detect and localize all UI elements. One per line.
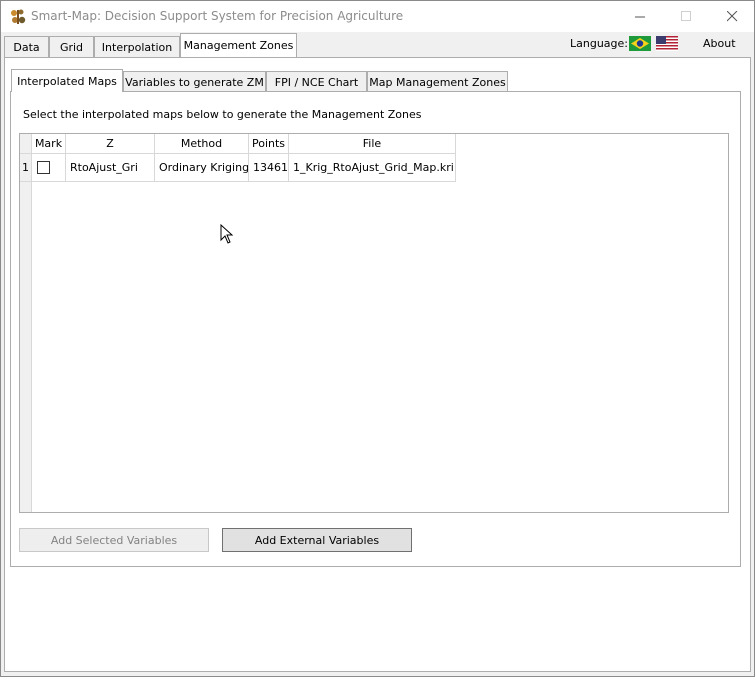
add-external-variables-button[interactable]: Add External Variables bbox=[222, 528, 412, 552]
table-cell-mark[interactable] bbox=[32, 154, 66, 182]
row-header-column bbox=[20, 154, 32, 512]
add-external-variables-label: Add External Variables bbox=[254, 533, 380, 547]
tab-interpolation[interactable]: Interpolation bbox=[94, 36, 180, 58]
tab-grid-label: Grid bbox=[59, 40, 84, 54]
brazil-flag-icon[interactable] bbox=[629, 36, 651, 51]
mouse-cursor-icon bbox=[220, 224, 234, 244]
minimize-button[interactable] bbox=[617, 1, 663, 32]
maximize-button[interactable] bbox=[663, 1, 709, 32]
tab-management-zones-label: Management Zones bbox=[183, 39, 294, 52]
subtab-variables-zm-label: Variables to generate ZM bbox=[125, 75, 264, 89]
add-selected-variables-label: Add Selected Variables bbox=[50, 533, 178, 547]
add-selected-variables-button[interactable]: Add Selected Variables bbox=[19, 528, 209, 552]
language-label: Language: bbox=[570, 37, 628, 50]
minimize-icon bbox=[634, 16, 645, 18]
interpolated-maps-table: Mark Z Method Points File 1 RtoAjust_Gri… bbox=[19, 133, 729, 513]
subtab-fpi-nce-chart[interactable]: FPI / NCE Chart bbox=[266, 71, 367, 93]
tab-grid[interactable]: Grid bbox=[49, 36, 94, 58]
subtab-interpolated-maps-label: Interpolated Maps bbox=[17, 74, 117, 88]
table-cell-points[interactable]: 13461 bbox=[249, 154, 289, 182]
tab-management-zones[interactable]: Management Zones bbox=[180, 33, 297, 57]
tab-interpolation-label: Interpolation bbox=[101, 40, 173, 54]
subtab-fpi-nce-chart-label: FPI / NCE Chart bbox=[274, 75, 359, 89]
maximize-icon bbox=[680, 11, 691, 21]
subtab-map-management-zones-label: Map Management Zones bbox=[369, 75, 506, 89]
col-header-mark[interactable]: Mark bbox=[32, 134, 66, 154]
instruction-text: Select the interpolated maps below to ge… bbox=[23, 108, 422, 121]
close-icon bbox=[726, 11, 737, 22]
subtab-interpolated-maps[interactable]: Interpolated Maps bbox=[11, 69, 123, 92]
subtab-map-management-zones[interactable]: Map Management Zones bbox=[367, 71, 508, 93]
col-header-points[interactable]: Points bbox=[249, 134, 289, 154]
title-bar: Smart-Map: Decision Support System for P… bbox=[1, 1, 754, 32]
col-header-z[interactable]: Z bbox=[66, 134, 155, 154]
usa-flag-icon[interactable] bbox=[656, 36, 678, 51]
tab-data-label: Data bbox=[13, 40, 40, 54]
table-cell-file[interactable]: 1_Krig_RtoAjust_Grid_Map.kri bbox=[289, 154, 456, 182]
table-corner bbox=[20, 134, 32, 154]
app-window: Smart-Map: Decision Support System for P… bbox=[0, 0, 755, 677]
about-link[interactable]: About bbox=[703, 37, 736, 50]
table-cell-z[interactable]: RtoAjust_Gri bbox=[66, 154, 155, 182]
table-cell-method[interactable]: Ordinary Kriging bbox=[155, 154, 249, 182]
close-button[interactable] bbox=[709, 1, 755, 32]
tab-data[interactable]: Data bbox=[4, 36, 49, 58]
row-number[interactable]: 1 bbox=[20, 154, 32, 182]
mark-checkbox[interactable] bbox=[37, 161, 50, 174]
subtab-variables-zm[interactable]: Variables to generate ZM bbox=[123, 71, 266, 93]
window-title: Smart-Map: Decision Support System for P… bbox=[31, 9, 404, 23]
col-header-file[interactable]: File bbox=[289, 134, 456, 154]
smart-map-logo-icon bbox=[11, 9, 26, 24]
col-header-method[interactable]: Method bbox=[155, 134, 249, 154]
